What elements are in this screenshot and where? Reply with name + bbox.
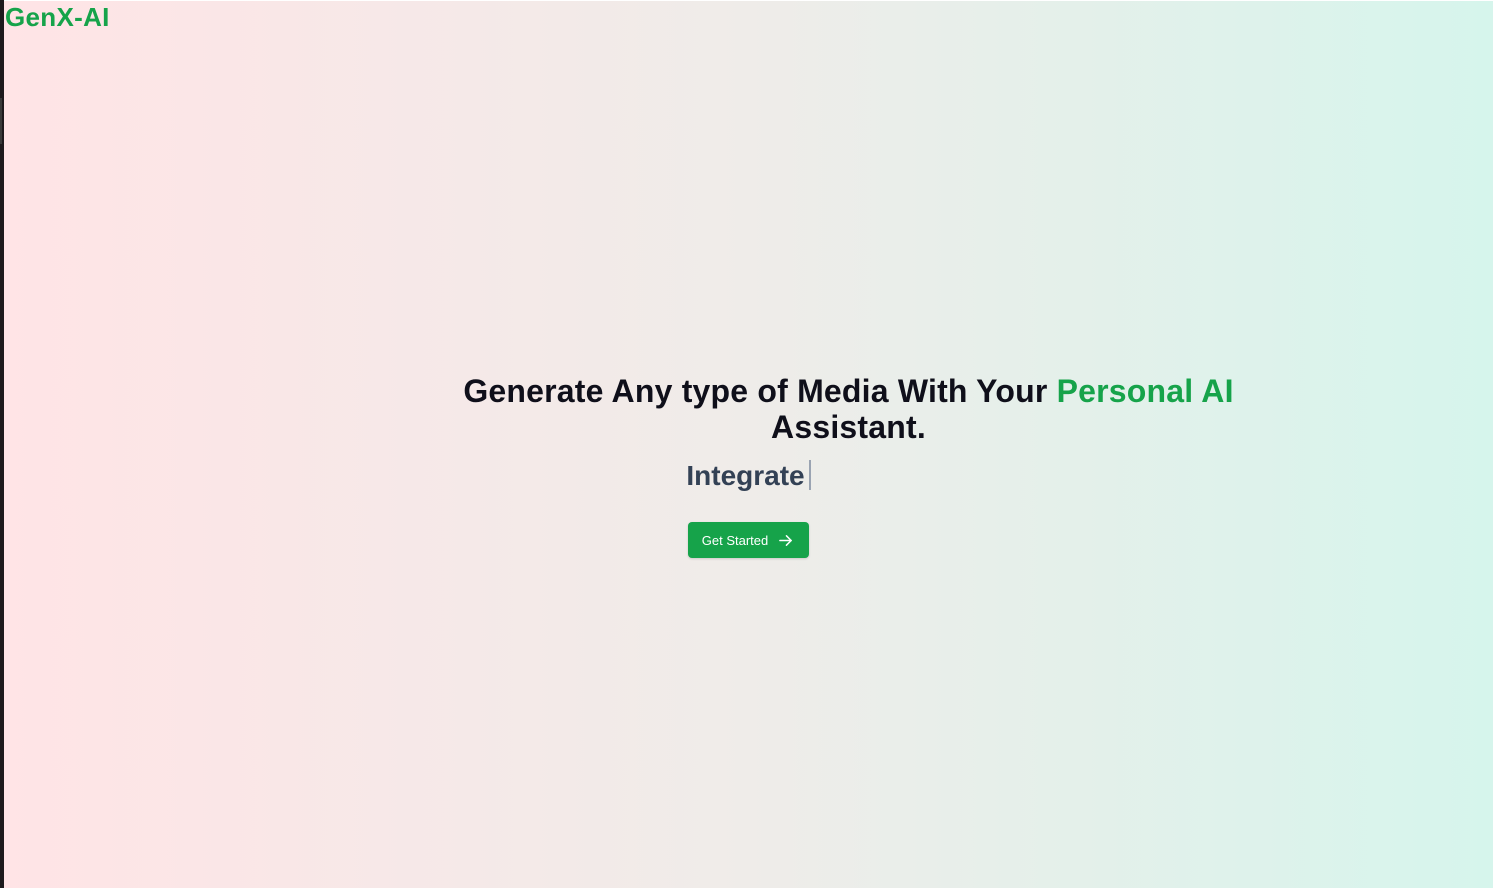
headline-accent-text: Personal AI — [1056, 373, 1234, 409]
typewriter-word: Integrate — [686, 460, 805, 491]
get-started-label: Get Started — [701, 532, 769, 548]
typing-caret — [808, 460, 811, 490]
hero-section: Generate Any type of Media With Your Per… — [4, 373, 1493, 558]
headline-main-text: Generate Any type of Media With Your — [463, 373, 1048, 409]
hero-headline: Generate Any type of Media With Your Per… — [439, 373, 1259, 445]
landing-page: GenX-AI Generate Any type of Media With … — [4, 1, 1493, 888]
arrow-right-icon — [778, 533, 793, 548]
brand-logo[interactable]: GenX-AI — [5, 2, 110, 32]
headline-tail-text: Assistant. — [771, 409, 926, 445]
window-edge-handle — [0, 98, 2, 144]
get-started-button[interactable]: Get Started — [687, 522, 810, 558]
typewriter-text: Integrate — [4, 459, 1493, 493]
